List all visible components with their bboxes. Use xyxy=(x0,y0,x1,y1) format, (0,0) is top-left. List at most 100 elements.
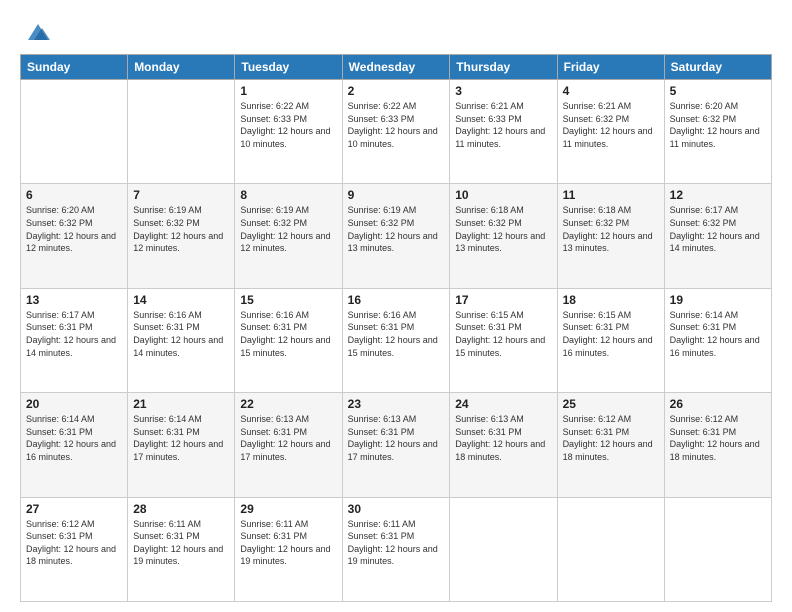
calendar-cell: 17 Sunrise: 6:15 AMSunset: 6:31 PMDayligh… xyxy=(450,288,557,392)
calendar-cell: 30 Sunrise: 6:11 AMSunset: 6:31 PMDayligh… xyxy=(342,497,450,601)
calendar-cell xyxy=(128,80,235,184)
day-info: Sunrise: 6:19 AMSunset: 6:32 PMDaylight:… xyxy=(240,204,336,254)
day-number: 23 xyxy=(348,397,445,411)
day-number: 4 xyxy=(563,84,659,98)
calendar-cell xyxy=(450,497,557,601)
day-number: 12 xyxy=(670,188,766,202)
day-number: 21 xyxy=(133,397,229,411)
calendar-header-monday: Monday xyxy=(128,55,235,80)
day-info: Sunrise: 6:22 AMSunset: 6:33 PMDaylight:… xyxy=(348,100,445,150)
day-info: Sunrise: 6:11 AMSunset: 6:31 PMDaylight:… xyxy=(133,518,229,568)
calendar-cell: 1 Sunrise: 6:22 AMSunset: 6:33 PMDaylight… xyxy=(235,80,342,184)
header xyxy=(20,18,772,46)
day-info: Sunrise: 6:19 AMSunset: 6:32 PMDaylight:… xyxy=(133,204,229,254)
calendar-cell: 12 Sunrise: 6:17 AMSunset: 6:32 PMDayligh… xyxy=(664,184,771,288)
day-info: Sunrise: 6:14 AMSunset: 6:31 PMDaylight:… xyxy=(26,413,122,463)
calendar-cell: 24 Sunrise: 6:13 AMSunset: 6:31 PMDayligh… xyxy=(450,393,557,497)
calendar-cell: 5 Sunrise: 6:20 AMSunset: 6:32 PMDaylight… xyxy=(664,80,771,184)
day-number: 14 xyxy=(133,293,229,307)
day-info: Sunrise: 6:11 AMSunset: 6:31 PMDaylight:… xyxy=(240,518,336,568)
day-number: 11 xyxy=(563,188,659,202)
calendar-week-3: 13 Sunrise: 6:17 AMSunset: 6:31 PMDayligh… xyxy=(21,288,772,392)
calendar-week-1: 1 Sunrise: 6:22 AMSunset: 6:33 PMDaylight… xyxy=(21,80,772,184)
day-info: Sunrise: 6:18 AMSunset: 6:32 PMDaylight:… xyxy=(563,204,659,254)
day-number: 22 xyxy=(240,397,336,411)
day-info: Sunrise: 6:13 AMSunset: 6:31 PMDaylight:… xyxy=(240,413,336,463)
day-number: 26 xyxy=(670,397,766,411)
logo xyxy=(20,18,52,46)
calendar-week-4: 20 Sunrise: 6:14 AMSunset: 6:31 PMDayligh… xyxy=(21,393,772,497)
day-number: 13 xyxy=(26,293,122,307)
day-info: Sunrise: 6:12 AMSunset: 6:31 PMDaylight:… xyxy=(563,413,659,463)
calendar-cell: 8 Sunrise: 6:19 AMSunset: 6:32 PMDaylight… xyxy=(235,184,342,288)
calendar-header-row: SundayMondayTuesdayWednesdayThursdayFrid… xyxy=(21,55,772,80)
calendar-cell: 15 Sunrise: 6:16 AMSunset: 6:31 PMDayligh… xyxy=(235,288,342,392)
calendar-cell: 18 Sunrise: 6:15 AMSunset: 6:31 PMDayligh… xyxy=(557,288,664,392)
day-info: Sunrise: 6:16 AMSunset: 6:31 PMDaylight:… xyxy=(240,309,336,359)
day-number: 8 xyxy=(240,188,336,202)
day-info: Sunrise: 6:22 AMSunset: 6:33 PMDaylight:… xyxy=(240,100,336,150)
day-number: 5 xyxy=(670,84,766,98)
day-info: Sunrise: 6:16 AMSunset: 6:31 PMDaylight:… xyxy=(348,309,445,359)
day-number: 18 xyxy=(563,293,659,307)
day-info: Sunrise: 6:21 AMSunset: 6:32 PMDaylight:… xyxy=(563,100,659,150)
calendar-cell: 14 Sunrise: 6:16 AMSunset: 6:31 PMDayligh… xyxy=(128,288,235,392)
calendar-cell: 26 Sunrise: 6:12 AMSunset: 6:31 PMDayligh… xyxy=(664,393,771,497)
day-info: Sunrise: 6:20 AMSunset: 6:32 PMDaylight:… xyxy=(670,100,766,150)
day-number: 30 xyxy=(348,502,445,516)
calendar-cell: 9 Sunrise: 6:19 AMSunset: 6:32 PMDaylight… xyxy=(342,184,450,288)
calendar-cell: 6Sunrise: 6:20 AMSunset: 6:32 PMDaylight… xyxy=(21,184,128,288)
calendar-cell: 20 Sunrise: 6:14 AMSunset: 6:31 PMDayligh… xyxy=(21,393,128,497)
calendar-cell: 13 Sunrise: 6:17 AMSunset: 6:31 PMDayligh… xyxy=(21,288,128,392)
day-info: Sunrise: 6:15 AMSunset: 6:31 PMDaylight:… xyxy=(563,309,659,359)
calendar-header-sunday: Sunday xyxy=(21,55,128,80)
calendar-week-2: 6Sunrise: 6:20 AMSunset: 6:32 PMDaylight… xyxy=(21,184,772,288)
day-info: Sunrise: 6:19 AMSunset: 6:32 PMDaylight:… xyxy=(348,204,445,254)
calendar-cell: 3Sunrise: 6:21 AMSunset: 6:33 PMDaylight… xyxy=(450,80,557,184)
day-info: Sunrise: 6:17 AMSunset: 6:31 PMDaylight:… xyxy=(26,309,122,359)
day-info: Sunrise: 6:15 AMSunset: 6:31 PMDaylight:… xyxy=(455,309,551,359)
calendar-cell: 4 Sunrise: 6:21 AMSunset: 6:32 PMDaylight… xyxy=(557,80,664,184)
calendar-cell xyxy=(21,80,128,184)
calendar-cell: 10 Sunrise: 6:18 AMSunset: 6:32 PMDayligh… xyxy=(450,184,557,288)
calendar-cell: 16 Sunrise: 6:16 AMSunset: 6:31 PMDayligh… xyxy=(342,288,450,392)
page: SundayMondayTuesdayWednesdayThursdayFrid… xyxy=(0,0,792,612)
day-info: Sunrise: 6:14 AMSunset: 6:31 PMDaylight:… xyxy=(133,413,229,463)
day-number: 10 xyxy=(455,188,551,202)
calendar-week-5: 27Sunrise: 6:12 AMSunset: 6:31 PMDayligh… xyxy=(21,497,772,601)
calendar-cell: 25Sunrise: 6:12 AMSunset: 6:31 PMDayligh… xyxy=(557,393,664,497)
calendar-cell: 11 Sunrise: 6:18 AMSunset: 6:32 PMDayligh… xyxy=(557,184,664,288)
day-number: 16 xyxy=(348,293,445,307)
day-number: 19 xyxy=(670,293,766,307)
calendar-cell: 2 Sunrise: 6:22 AMSunset: 6:33 PMDaylight… xyxy=(342,80,450,184)
day-info: Sunrise: 6:18 AMSunset: 6:32 PMDaylight:… xyxy=(455,204,551,254)
day-info: Sunrise: 6:11 AMSunset: 6:31 PMDaylight:… xyxy=(348,518,445,568)
day-number: 9 xyxy=(348,188,445,202)
day-number: 24 xyxy=(455,397,551,411)
calendar-cell: 7Sunrise: 6:19 AMSunset: 6:32 PMDaylight… xyxy=(128,184,235,288)
day-number: 1 xyxy=(240,84,336,98)
calendar-cell: 28Sunrise: 6:11 AMSunset: 6:31 PMDayligh… xyxy=(128,497,235,601)
day-number: 2 xyxy=(348,84,445,98)
day-info: Sunrise: 6:13 AMSunset: 6:31 PMDaylight:… xyxy=(455,413,551,463)
day-info: Sunrise: 6:16 AMSunset: 6:31 PMDaylight:… xyxy=(133,309,229,359)
calendar-cell xyxy=(664,497,771,601)
day-info: Sunrise: 6:14 AMSunset: 6:31 PMDaylight:… xyxy=(670,309,766,359)
day-number: 20 xyxy=(26,397,122,411)
day-info: Sunrise: 6:12 AMSunset: 6:31 PMDaylight:… xyxy=(670,413,766,463)
calendar-header-wednesday: Wednesday xyxy=(342,55,450,80)
calendar-cell: 22 Sunrise: 6:13 AMSunset: 6:31 PMDayligh… xyxy=(235,393,342,497)
day-number: 17 xyxy=(455,293,551,307)
day-info: Sunrise: 6:20 AMSunset: 6:32 PMDaylight:… xyxy=(26,204,122,254)
calendar-cell: 21 Sunrise: 6:14 AMSunset: 6:31 PMDayligh… xyxy=(128,393,235,497)
day-number: 15 xyxy=(240,293,336,307)
calendar-table: SundayMondayTuesdayWednesdayThursdayFrid… xyxy=(20,54,772,602)
calendar-cell: 29Sunrise: 6:11 AMSunset: 6:31 PMDayligh… xyxy=(235,497,342,601)
day-info: Sunrise: 6:21 AMSunset: 6:33 PMDaylight:… xyxy=(455,100,551,150)
day-info: Sunrise: 6:17 AMSunset: 6:32 PMDaylight:… xyxy=(670,204,766,254)
calendar-cell xyxy=(557,497,664,601)
calendar-header-tuesday: Tuesday xyxy=(235,55,342,80)
logo-icon xyxy=(24,18,52,46)
calendar-cell: 23 Sunrise: 6:13 AMSunset: 6:31 PMDayligh… xyxy=(342,393,450,497)
day-info: Sunrise: 6:13 AMSunset: 6:31 PMDaylight:… xyxy=(348,413,445,463)
